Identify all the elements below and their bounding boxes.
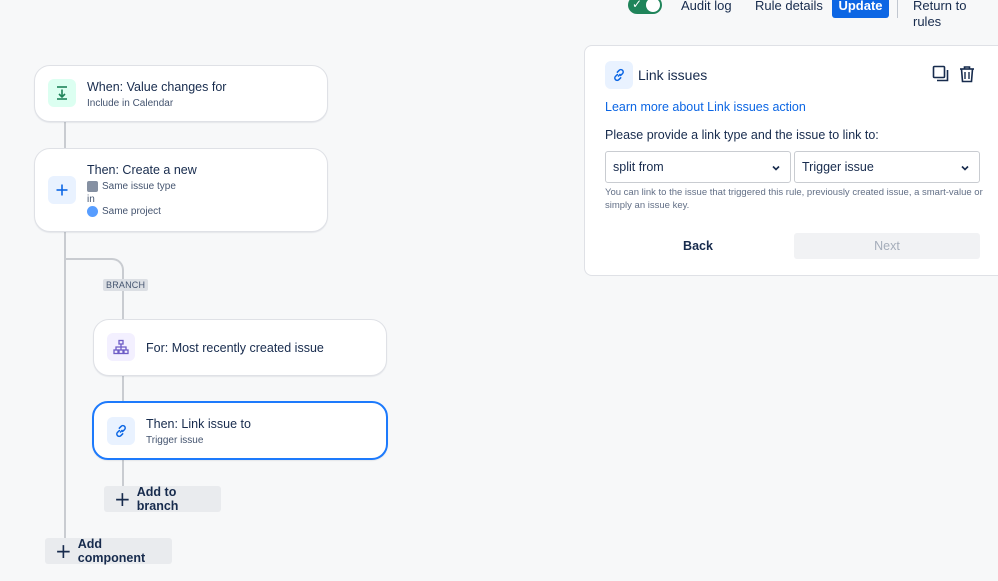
add-to-branch-button[interactable]: + Add to branch [104, 485, 221, 513]
toggle-knob [646, 0, 660, 12]
return-to-rules-link[interactable]: Return to rules [913, 0, 998, 30]
download-arrow-icon [48, 79, 76, 107]
trigger-subtitle: Include in Calendar [87, 98, 174, 109]
link-issues-panel: Link issues Learn more about Link issues… [584, 45, 998, 276]
create-issue-card[interactable]: Then: Create a new Same issue type in Sa… [34, 148, 328, 232]
panel-title: Link issues [638, 67, 708, 83]
trigger-card[interactable]: When: Value changes for Include in Calen… [34, 65, 328, 122]
issue-value: Trigger issue [802, 160, 874, 174]
trigger-title: When: Value changes for [87, 80, 227, 94]
create-title: Then: Create a new [87, 163, 197, 177]
branch-for-card[interactable]: For: Most recently created issue [93, 319, 387, 376]
issue-select[interactable]: Trigger issue [794, 151, 980, 183]
project-label: Same project [102, 206, 161, 218]
add-component-label: Add component [77, 537, 146, 565]
next-button[interactable]: Next [794, 233, 980, 259]
divider [897, 0, 898, 18]
issue-type-line: Same issue type [87, 181, 176, 192]
add-component-button[interactable]: + Add component [45, 537, 172, 565]
connector [64, 121, 66, 149]
link-prompt: Please provide a link type and the issue… [605, 128, 879, 142]
top-bar: ✓ Audit log Rule details Update Return t… [0, 0, 998, 29]
connector [122, 290, 124, 320]
branch-for-title: For: Most recently created issue [146, 341, 324, 355]
audit-log-link[interactable]: Audit log [681, 0, 732, 14]
link-issue-card[interactable]: Then: Link issue to Trigger issue [92, 401, 388, 460]
link-type-select[interactable]: split from [605, 151, 791, 183]
project-line: Same project [87, 206, 161, 217]
plus-icon: + [55, 539, 72, 563]
link-action-title: Then: Link issue to [146, 417, 251, 431]
link-type-value: split from [613, 160, 664, 174]
helper-text: You can link to the issue that triggered… [605, 187, 983, 211]
update-button[interactable]: Update [832, 0, 889, 18]
issue-type-icon [87, 181, 98, 192]
chevron-down-icon [771, 162, 781, 176]
link-icon [605, 61, 633, 89]
branch-label: BRANCH [103, 279, 149, 291]
link-icon [107, 417, 135, 445]
trash-icon[interactable] [956, 63, 978, 85]
learn-more-link[interactable]: Learn more about Link issues action [605, 100, 806, 114]
hierarchy-icon [107, 333, 135, 361]
chevron-down-icon [960, 162, 970, 176]
check-icon: ✓ [632, 0, 643, 11]
plus-icon [48, 176, 76, 204]
rule-enabled-toggle[interactable]: ✓ [628, 0, 662, 14]
rule-details-link[interactable]: Rule details [755, 0, 823, 14]
copy-icon[interactable] [930, 63, 952, 85]
connector [122, 459, 124, 487]
in-label: in [87, 194, 95, 205]
project-icon [87, 206, 98, 217]
back-button[interactable]: Back [605, 233, 791, 259]
link-action-subtitle: Trigger issue [146, 435, 204, 446]
plus-icon: + [114, 487, 131, 511]
connector [122, 375, 124, 402]
add-to-branch-label: Add to branch [136, 485, 179, 513]
issue-type-label: Same issue type [102, 181, 176, 193]
